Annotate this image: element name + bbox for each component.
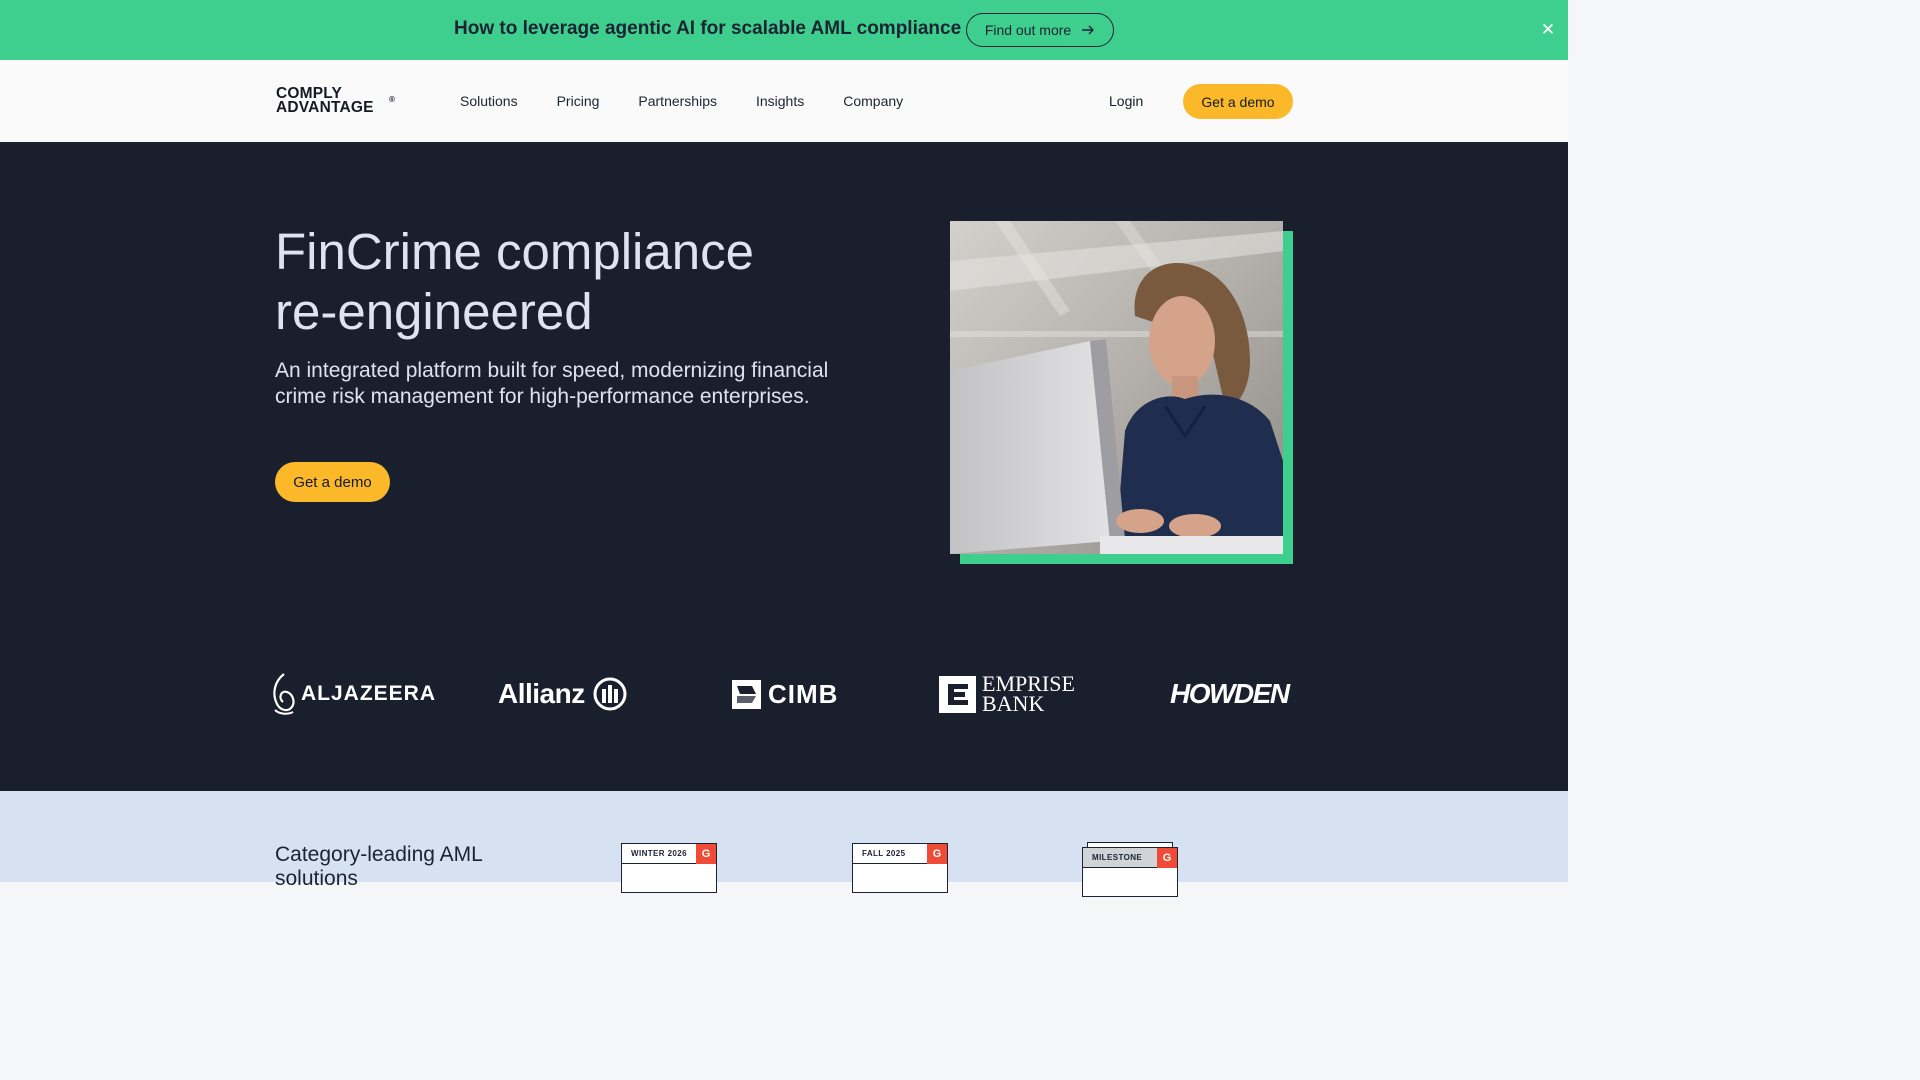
badge-label: WINTER 2026 [631, 849, 687, 858]
aljazeera-emblem-icon [273, 673, 295, 715]
comply-advantage-logo[interactable]: COMPLY ADVANTAGE ® [276, 86, 398, 117]
g2-icon: G [927, 844, 947, 864]
hero-subtitle: An integrated platform built for speed, … [275, 359, 829, 408]
hero-title: FinCrime compliance re-engineered [275, 222, 875, 342]
banner-headline: How to leverage agentic AI for scalable … [454, 18, 962, 39]
badge-label: FALL 2025 [862, 849, 906, 858]
aljazeera-wordmark: ALJAZEERA [301, 682, 437, 705]
main-nav: COMPLY ADVANTAGE ® Solutions Pricing Par… [0, 60, 1568, 142]
nav-item-solutions[interactable]: Solutions [460, 93, 518, 109]
cimb-wordmark: CIMB [768, 678, 839, 709]
g2-icon: G [1157, 848, 1177, 868]
hero-section: FinCrime compliance re-engineered An int… [0, 142, 1568, 791]
g2-badge-fall: FALL 2025 G [852, 843, 948, 893]
hero-title-line-2: re-engineered [275, 283, 593, 340]
login-link[interactable]: Login [1109, 93, 1143, 109]
nav-item-insights[interactable]: Insights [756, 93, 804, 109]
g2-badge-milestone: MILESTONE G [1082, 847, 1178, 897]
announcement-banner: How to leverage agentic AI for scalable … [0, 0, 1568, 60]
allianz-wordmark: Allianz [498, 678, 585, 709]
close-icon[interactable]: ✕ [1540, 21, 1556, 39]
allianz-eagle-icon [593, 677, 627, 711]
nav-links: Solutions Pricing Partnerships Insights … [460, 93, 942, 109]
nav-item-pricing[interactable]: Pricing [557, 93, 600, 109]
g2-badge-winter: WINTER 2026 G [621, 843, 717, 893]
howden-wordmark: HOWDEN [1170, 678, 1290, 709]
client-logos: ALJAZEERA Allianz CIMB EMPRISE BANK HOWD… [0, 662, 1568, 726]
hero-get-demo-button[interactable]: Get a demo [275, 462, 390, 502]
hero-photo [950, 221, 1283, 554]
registered-mark: ® [389, 95, 395, 104]
nav-get-demo-button[interactable]: Get a demo [1183, 84, 1293, 119]
find-out-more-button[interactable]: Find out more [966, 13, 1114, 47]
awards-section: Category-leading AML solutions WINTER 20… [0, 791, 1568, 897]
allianz-logo: Allianz [498, 662, 627, 726]
hero-title-line-1: FinCrime compliance [275, 223, 754, 280]
arrow-right-icon [1081, 22, 1095, 39]
emprise-bank-logo: EMPRISE BANK [939, 662, 1075, 726]
nav-item-partnerships[interactable]: Partnerships [638, 93, 717, 109]
aljazeera-logo: ALJAZEERA [269, 662, 436, 726]
awards-title: Category-leading AML solutions [275, 843, 483, 890]
badge-label: MILESTONE [1092, 853, 1143, 862]
emprise-line-2: BANK [982, 691, 1045, 716]
emprise-mark-icon [939, 675, 976, 713]
howden-logo: HOWDEN [1170, 662, 1290, 726]
cimb-logo: CIMB [732, 662, 838, 726]
g2-icon: G [696, 844, 716, 864]
emprise-wordmark: EMPRISE BANK [982, 673, 1075, 716]
nav-item-company[interactable]: Company [843, 93, 903, 109]
find-out-more-label: Find out more [984, 22, 1072, 38]
logo-line-2: ADVANTAGE [276, 99, 374, 116]
cimb-mark-icon [732, 679, 761, 709]
